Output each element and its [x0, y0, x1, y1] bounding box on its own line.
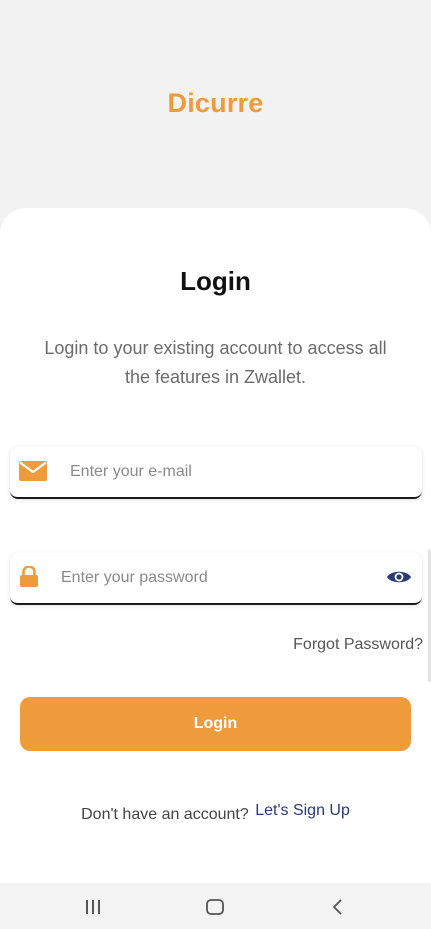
- signup-row: Don't have an account? Let's Sign Up: [0, 802, 431, 824]
- login-button[interactable]: Login: [20, 697, 411, 751]
- login-card: [0, 208, 431, 883]
- page-title: Login: [180, 266, 251, 296]
- back-icon[interactable]: [324, 898, 350, 916]
- brand-title: Dicurre: [167, 88, 264, 118]
- forgot-password-link[interactable]: Forgot Password?: [293, 636, 423, 654]
- password-field[interactable]: [10, 553, 422, 605]
- lock-icon: [19, 565, 39, 593]
- eye-icon[interactable]: [386, 566, 412, 588]
- password-input[interactable]: [61, 553, 371, 603]
- email-input[interactable]: [70, 447, 410, 497]
- login-screen: Dicurre Login Login to your existing acc…: [0, 0, 431, 929]
- signup-prompt: Don't have an account?: [81, 806, 249, 823]
- email-field[interactable]: [10, 447, 422, 499]
- home-icon[interactable]: [202, 898, 228, 916]
- system-nav-bar: [0, 883, 431, 929]
- page-subtitle: Login to your existing account to access…: [44, 338, 387, 387]
- recents-icon[interactable]: [80, 898, 106, 916]
- envelope-icon: [19, 461, 47, 486]
- signup-link[interactable]: Let's Sign Up: [255, 802, 350, 819]
